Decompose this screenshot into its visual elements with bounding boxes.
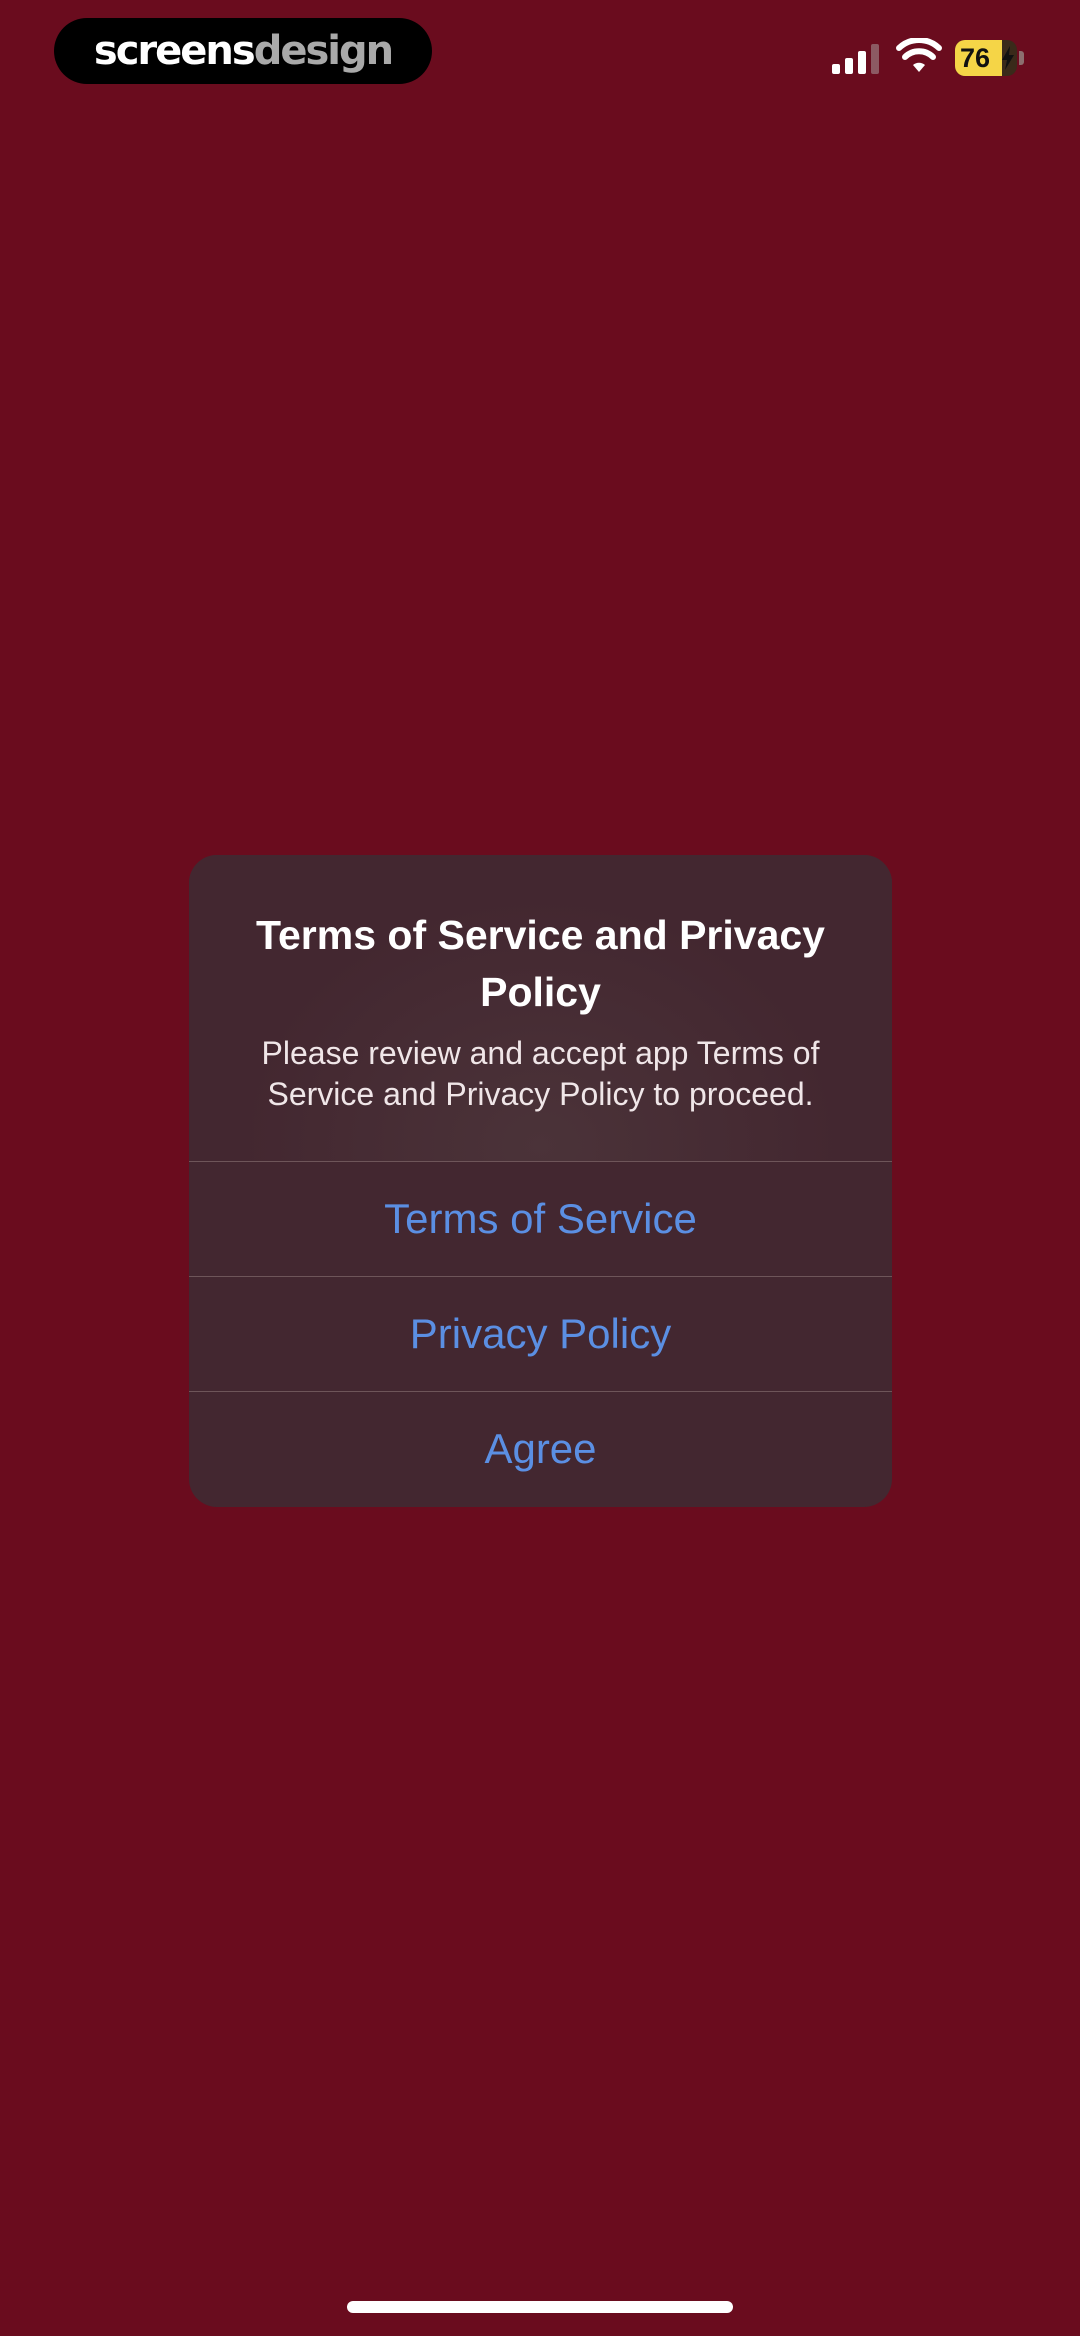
wifi-icon (896, 38, 942, 72)
battery-cap (1019, 51, 1024, 65)
privacy-policy-button[interactable]: Privacy Policy (189, 1276, 892, 1391)
dialog-message: Please review and accept app Terms of Se… (261, 1035, 820, 1112)
home-indicator[interactable] (347, 2301, 733, 2313)
agree-button[interactable]: Agree (189, 1391, 892, 1506)
brand-logo: screens design (54, 18, 432, 84)
terms-alert-dialog: Terms of Service and Privacy Policy Plea… (189, 855, 892, 1507)
battery-indicator: 76 (955, 40, 1025, 76)
dialog-header: Terms of Service and Privacy Policy Plea… (189, 855, 892, 1161)
bolt-icon (1002, 46, 1014, 70)
brand-logo-part1: screens (93, 28, 256, 74)
status-bar: screens design 76 (0, 0, 1080, 110)
brand-logo-part2: design (253, 28, 394, 74)
cellular-signal-icon (832, 44, 879, 74)
dialog-title: Terms of Service and Privacy Policy (256, 912, 825, 1015)
battery-body: 76 (955, 40, 1017, 76)
terms-of-service-button[interactable]: Terms of Service (189, 1161, 892, 1276)
